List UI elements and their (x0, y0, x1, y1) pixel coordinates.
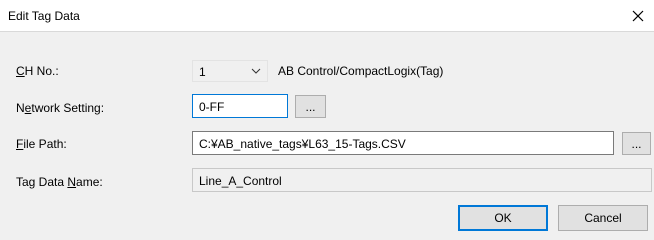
tag-data-name-label-text: ame: (76, 175, 103, 189)
ch-no-label-text: H No.: (24, 64, 59, 78)
file-browse-button[interactable]: ... (622, 132, 651, 155)
tag-data-name-label-pre: Tag Data (16, 175, 68, 189)
ch-no-label: CH No.: (16, 64, 59, 78)
file-path-label-text: ile Path: (23, 137, 67, 151)
tag-data-name-label-accesskey: N (67, 175, 77, 189)
protocol-name: AB Control/CompactLogix(Tag) (278, 64, 444, 78)
title-bar: Edit Tag Data (0, 0, 654, 32)
file-path-input[interactable]: C:¥AB_native_tags¥L63_15-Tags.CSV (192, 131, 614, 155)
tag-data-name-value: Line_A_Control (199, 174, 282, 188)
network-browse-label: ... (305, 99, 316, 114)
network-label-pre: N (16, 101, 25, 115)
cancel-button[interactable]: Cancel (558, 205, 648, 231)
file-browse-label: ... (631, 136, 642, 151)
network-setting-value: 0-FF (199, 100, 225, 114)
close-button[interactable] (622, 0, 654, 31)
tag-data-name-label: Tag Data Name: (16, 175, 103, 189)
tag-data-name-input[interactable]: Line_A_Control (192, 168, 652, 192)
ch-no-label-accesskey: C (16, 64, 25, 78)
file-path-label: File Path: (16, 137, 67, 151)
network-browse-button[interactable]: ... (295, 95, 326, 118)
cancel-label: Cancel (584, 211, 622, 225)
network-setting-label: Network Setting: (16, 101, 104, 115)
chevron-down-icon (251, 68, 261, 74)
ch-no-dropdown[interactable]: 1 (192, 60, 268, 82)
ch-no-value: 1 (199, 65, 206, 79)
close-icon (632, 10, 644, 21)
ok-button[interactable]: OK (458, 205, 548, 231)
network-setting-input[interactable]: 0-FF (192, 94, 288, 118)
file-path-value: C:¥AB_native_tags¥L63_15-Tags.CSV (199, 137, 406, 151)
network-label-text: twork Setting: (31, 101, 105, 115)
ok-label: OK (494, 211, 512, 225)
dialog-title: Edit Tag Data (8, 9, 80, 23)
